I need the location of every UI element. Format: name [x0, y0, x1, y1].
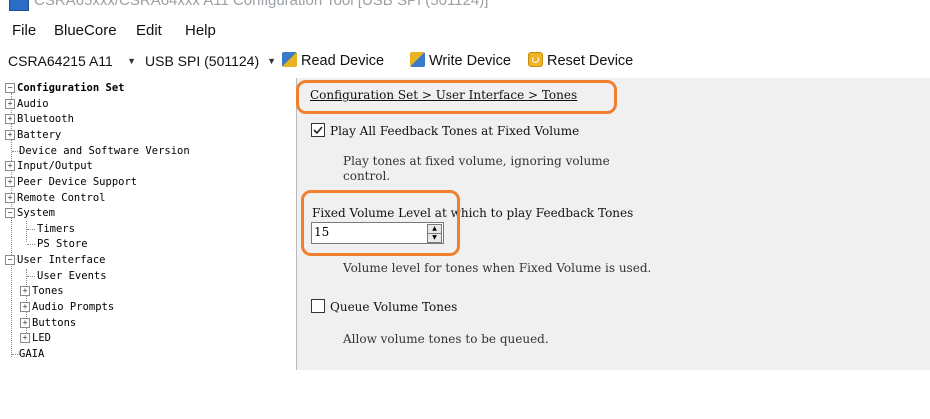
tree-item-label: Battery — [17, 129, 62, 141]
tree-item-label: Audio Prompts — [32, 301, 115, 313]
chevron-down-icon: ▼ — [127, 56, 136, 66]
checkmark-icon — [313, 126, 323, 135]
tree-item-label: LED — [32, 332, 51, 344]
queue-volume-label: Queue Volume Tones — [330, 300, 458, 314]
tree-item-audio[interactable]: + Audio — [5, 97, 49, 111]
tree-item-led[interactable]: + LED — [20, 331, 51, 345]
spin-down-icon[interactable]: ▼ — [427, 233, 442, 243]
tree-item-timers[interactable]: Timers — [37, 222, 75, 236]
menu-bluecore[interactable]: BlueCore — [54, 22, 117, 39]
tree-connector — [27, 229, 35, 230]
write-device-icon — [410, 52, 425, 67]
breadcrumb[interactable]: Configuration Set > User Interface > Ton… — [310, 88, 577, 102]
tree-item-battery[interactable]: + Battery — [5, 128, 61, 142]
tree-item-label: Bluetooth — [17, 113, 74, 125]
transport-select[interactable]: USB SPI (501124) ▼ — [145, 49, 276, 73]
toolbar: CSRA64215 A11 ▼ USB SPI (501124) ▼ Read … — [0, 46, 930, 76]
expand-icon[interactable]: + — [20, 333, 30, 343]
reset-device-icon — [528, 52, 543, 67]
tree-item-label: Tones — [32, 285, 64, 297]
tree-item-tones[interactable]: + Tones — [20, 284, 64, 298]
tree-item-label: Device and Software Version — [19, 145, 190, 157]
play-all-description-cont: control. — [343, 169, 391, 183]
chevron-down-icon: ▼ — [265, 49, 276, 73]
tree-item-label: Buttons — [32, 317, 77, 329]
tree-item-user-events[interactable]: User Events — [37, 269, 107, 283]
tree-item-device-version[interactable]: Device and Software Version — [19, 144, 190, 158]
tree-root-label: Configuration Set — [17, 82, 125, 94]
tree-item-label: Input/Output — [17, 160, 93, 172]
expand-icon[interactable]: + — [5, 130, 15, 140]
tree-item-gaia[interactable]: GAIA — [19, 347, 44, 361]
expand-icon[interactable]: + — [5, 161, 15, 171]
menu-help[interactable]: Help — [185, 22, 216, 39]
tree-item-label: User Interface — [17, 254, 106, 266]
window-title: CSRA65xxx/CSRA64xxx A11 Configuration To… — [34, 0, 489, 9]
expand-icon[interactable]: + — [20, 286, 30, 296]
tree-item-buttons[interactable]: + Buttons — [20, 316, 76, 330]
tree-item-remote-control[interactable]: + Remote Control — [5, 191, 106, 205]
tree-item-ps-store[interactable]: PS Store — [37, 237, 88, 251]
tree-item-input-output[interactable]: + Input/Output — [5, 159, 93, 173]
queue-volume-checkbox[interactable] — [311, 299, 325, 313]
expand-icon[interactable]: + — [5, 114, 15, 124]
settings-panel: Configuration Set > User Interface > Ton… — [297, 78, 930, 370]
fixed-volume-spinbox[interactable]: ▲ ▼ — [311, 222, 444, 244]
fixed-volume-input[interactable] — [314, 224, 424, 240]
tree-connector — [27, 276, 35, 277]
reset-device-button[interactable]: Reset Device — [528, 49, 633, 73]
menu-edit[interactable]: Edit — [136, 22, 162, 39]
write-device-label: Write Device — [429, 53, 511, 69]
tree-item-system[interactable]: − System — [5, 206, 55, 220]
write-device-button[interactable]: Write Device — [410, 49, 511, 73]
chip-select[interactable]: CSRA64215 A11 ▼ — [8, 49, 136, 73]
tree-item-label: Audio — [17, 98, 49, 110]
app-icon — [9, 0, 29, 11]
config-tree: − Configuration Set + Audio + Bluetooth + Ba… — [0, 78, 297, 370]
play-all-label: Play All Feedback Tones at Fixed Volume — [330, 124, 580, 138]
tree-item-audio-prompts[interactable]: + Audio Prompts — [20, 300, 114, 314]
reset-device-label: Reset Device — [547, 53, 634, 69]
fixed-volume-label: Fixed Volume Level at which to play Feed… — [312, 206, 634, 220]
chip-select-value: CSRA64215 A11 — [8, 53, 113, 69]
tree-root[interactable]: − Configuration Set — [5, 81, 124, 95]
transport-select-value: USB SPI (501124) — [145, 53, 260, 69]
tree-item-label: PS Store — [37, 238, 88, 250]
tree-item-label: Remote Control — [17, 192, 106, 204]
collapse-icon[interactable]: − — [5, 255, 15, 265]
read-device-button[interactable]: Read Device — [282, 49, 384, 73]
tree-item-label: Timers — [37, 223, 75, 235]
tree-item-bluetooth[interactable]: + Bluetooth — [5, 112, 74, 126]
tree-item-label: System — [17, 207, 55, 219]
play-all-checkbox[interactable] — [311, 123, 325, 137]
tree-connector — [27, 244, 35, 245]
title-bar: CSRA65xxx/CSRA64xxx A11 Configuration To… — [0, 0, 930, 12]
tree-item-label: User Events — [37, 270, 107, 282]
tree-item-user-interface[interactable]: − User Interface — [5, 253, 106, 267]
play-all-description: Play tones at fixed volume, ignoring vol… — [343, 154, 610, 168]
menu-bar: File BlueCore Edit Help — [0, 17, 930, 45]
expand-icon[interactable]: + — [5, 99, 15, 109]
expand-icon[interactable]: + — [5, 193, 15, 203]
expand-icon[interactable]: + — [5, 177, 15, 187]
menu-file[interactable]: File — [12, 22, 36, 39]
collapse-icon[interactable]: − — [5, 208, 15, 218]
read-device-label: Read Device — [301, 53, 385, 69]
collapse-icon[interactable]: − — [5, 83, 15, 93]
tree-item-label: Peer Device Support — [17, 176, 138, 188]
read-device-icon — [282, 52, 297, 67]
fixed-volume-description: Volume level for tones when Fixed Volume… — [343, 261, 652, 275]
expand-icon[interactable]: + — [20, 302, 30, 312]
tree-item-peer-device[interactable]: + Peer Device Support — [5, 175, 137, 189]
queue-volume-description: Allow volume tones to be queued. — [343, 332, 549, 346]
tree-item-label: GAIA — [19, 348, 45, 360]
expand-icon[interactable]: + — [20, 318, 30, 328]
tree-guide — [26, 221, 27, 242]
